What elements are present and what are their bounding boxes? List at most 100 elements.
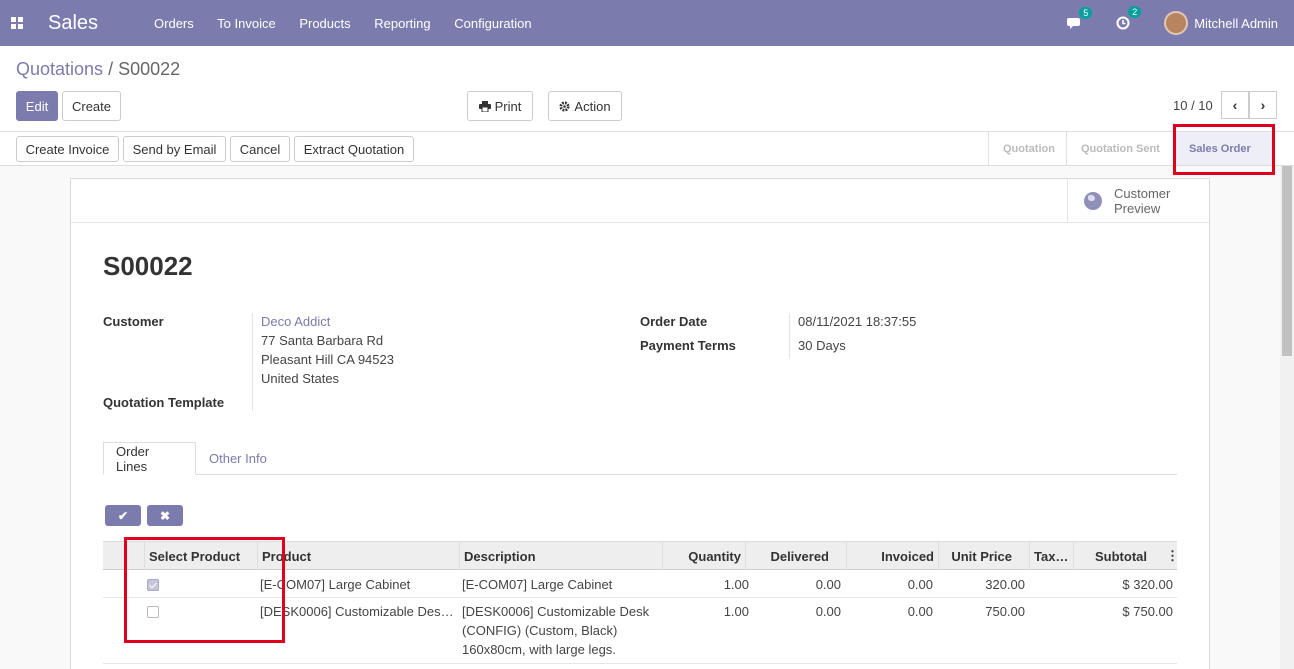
- avatar[interactable]: [1164, 11, 1189, 35]
- row-description[interactable]: [E-COM07] Large Cabinet: [462, 577, 612, 592]
- row-delivered: 0.00: [815, 577, 841, 592]
- column-quantity[interactable]: Quantity: [662, 542, 745, 570]
- gear-icon: [559, 100, 570, 112]
- messaging-menu[interactable]: 5: [1067, 6, 1093, 30]
- row-quantity[interactable]: 1.00: [663, 604, 749, 619]
- form-sheet: Customer Preview S00022 Customer Deco Ad…: [70, 178, 1210, 669]
- row-description-line: 160x80cm, with large legs.: [462, 642, 616, 657]
- address-line-3: United States: [261, 371, 340, 386]
- select-product-checkbox[interactable]: [147, 606, 159, 618]
- table-row[interactable]: [E-COM07] Large Cabinet [E-COM07] Large …: [103, 570, 1177, 598]
- payment-terms-value: 30 Days: [798, 338, 846, 353]
- breadcrumb-quotations[interactable]: Quotations: [16, 59, 103, 79]
- row-delivered: 0.00: [815, 604, 841, 619]
- address-line-1: 77 Santa Barbara Rd: [261, 333, 384, 348]
- print-button[interactable]: Print: [467, 91, 533, 121]
- chat-icon: [1067, 17, 1081, 29]
- column-select-product[interactable]: Select Product: [144, 542, 258, 570]
- activities-badge: 2: [1128, 6, 1142, 18]
- table-row[interactable]: [DESK0006] Customizable Des… [DESK0006] …: [103, 598, 1177, 664]
- page-scrollbar[interactable]: [1280, 166, 1294, 669]
- order-date-value: 08/11/2021 18:37:55: [798, 314, 917, 329]
- stage-quotation-sent[interactable]: Quotation Sent: [1066, 132, 1174, 165]
- page-title: S00022: [103, 251, 193, 281]
- column-description[interactable]: Description: [459, 542, 662, 570]
- row-product[interactable]: [E-COM07] Large Cabinet: [260, 577, 410, 592]
- messages-badge: 5: [1079, 6, 1093, 19]
- breadcrumb-current: S00022: [118, 59, 181, 79]
- quotation-template-label: Quotation Template: [103, 395, 225, 410]
- create-invoice-button[interactable]: Create Invoice: [16, 136, 119, 162]
- row-description-line: (CONFIG) (Custom, Black): [462, 623, 618, 638]
- menu-products[interactable]: Products: [299, 16, 350, 31]
- column-product[interactable]: Product: [257, 542, 460, 570]
- menu-orders[interactable]: Orders: [154, 16, 194, 31]
- row-invoiced: 0.00: [907, 577, 933, 592]
- check-icon: ✔: [117, 508, 129, 523]
- breadcrumb-separator: /: [103, 59, 119, 79]
- row-unit-price[interactable]: 750.00: [933, 604, 1025, 619]
- status-stages: Quotation Quotation Sent Sales Order: [988, 132, 1274, 165]
- pager-value[interactable]: 10 / 10: [1173, 98, 1213, 113]
- chevron-left-icon: ‹: [1232, 97, 1238, 113]
- globe-icon: [1084, 192, 1102, 210]
- stage-sales-order[interactable]: Sales Order: [1174, 132, 1274, 165]
- column-delivered[interactable]: Delivered: [745, 542, 833, 570]
- pager-next-button[interactable]: ›: [1249, 91, 1277, 119]
- menu-reporting[interactable]: Reporting: [374, 16, 430, 31]
- select-product-checkbox[interactable]: [147, 579, 159, 591]
- table-header: Select Product Product Description Quant…: [103, 541, 1179, 570]
- print-icon: [478, 100, 491, 112]
- extract-quotation-button[interactable]: Extract Quotation: [294, 136, 414, 162]
- row-subtotal: $ 750.00: [1122, 604, 1173, 619]
- app-name[interactable]: Sales: [48, 12, 98, 35]
- customer-label: Customer: [103, 314, 164, 329]
- create-button[interactable]: Create: [62, 91, 121, 121]
- row-unit-price[interactable]: 320.00: [933, 577, 1025, 592]
- customer-preview-label: Customer Preview: [1114, 186, 1171, 216]
- print-label: Print: [494, 98, 522, 114]
- customer-link[interactable]: Deco Addict: [261, 314, 330, 329]
- address-line-2: Pleasant Hill CA 94523: [261, 352, 394, 367]
- column-unit-price[interactable]: Unit Price: [938, 542, 1016, 570]
- top-navbar: Sales Orders To Invoice Products Reporti…: [0, 0, 1294, 46]
- status-bar: Create Invoice Send by Email Cancel Extr…: [0, 132, 1294, 166]
- row-product[interactable]: [DESK0006] Customizable Des…: [260, 604, 454, 619]
- stage-quotation[interactable]: Quotation: [988, 132, 1066, 165]
- column-taxes[interactable]: Tax…: [1029, 542, 1073, 570]
- pager-previous-button[interactable]: ‹: [1221, 91, 1249, 119]
- action-button[interactable]: Action: [548, 91, 622, 121]
- tab-other-info[interactable]: Other Info: [197, 442, 279, 475]
- edit-button[interactable]: Edit: [16, 91, 58, 121]
- confirm-selection-button[interactable]: ✔: [105, 505, 141, 526]
- scrollbar-thumb[interactable]: [1282, 166, 1292, 356]
- optional-columns-icon[interactable]: ⋮: [1162, 542, 1179, 570]
- tab-order-lines[interactable]: Order Lines: [103, 442, 196, 475]
- notebook-tabs: Order Lines Other Info: [103, 442, 1177, 475]
- user-name[interactable]: Mitchell Admin: [1194, 16, 1278, 31]
- action-label: Action: [574, 98, 611, 114]
- control-panel: Quotations / S00022 Edit Create Print Ac…: [0, 46, 1294, 132]
- chevron-right-icon: ›: [1260, 97, 1266, 113]
- column-subtotal[interactable]: Subtotal: [1073, 542, 1151, 570]
- menu-to-invoice[interactable]: To Invoice: [217, 16, 276, 31]
- activity-menu[interactable]: 2: [1116, 6, 1142, 30]
- clear-selection-button[interactable]: ✖: [147, 505, 183, 526]
- column-invoiced[interactable]: Invoiced: [846, 542, 938, 570]
- menu-configuration[interactable]: Configuration: [454, 16, 531, 31]
- cancel-button[interactable]: Cancel: [230, 136, 290, 162]
- smart-button-box: Customer Preview: [71, 179, 1209, 223]
- send-by-email-button[interactable]: Send by Email: [123, 136, 226, 162]
- row-subtotal: $ 320.00: [1122, 577, 1173, 592]
- field-divider: [252, 313, 253, 411]
- row-invoiced: 0.00: [907, 604, 933, 619]
- row-quantity[interactable]: 1.00: [663, 577, 749, 592]
- customer-preview-button[interactable]: Customer Preview: [1067, 179, 1209, 223]
- order-date-label: Order Date: [640, 314, 708, 329]
- row-description-line: [DESK0006] Customizable Desk: [462, 604, 650, 619]
- row-description[interactable]: [DESK0006] Customizable Desk (CONFIG) (C…: [462, 602, 658, 659]
- close-icon: ✖: [159, 508, 171, 523]
- apps-menu-icon[interactable]: [0, 0, 34, 46]
- breadcrumb: Quotations / S00022: [16, 59, 180, 80]
- payment-terms-label: Payment Terms: [640, 338, 736, 353]
